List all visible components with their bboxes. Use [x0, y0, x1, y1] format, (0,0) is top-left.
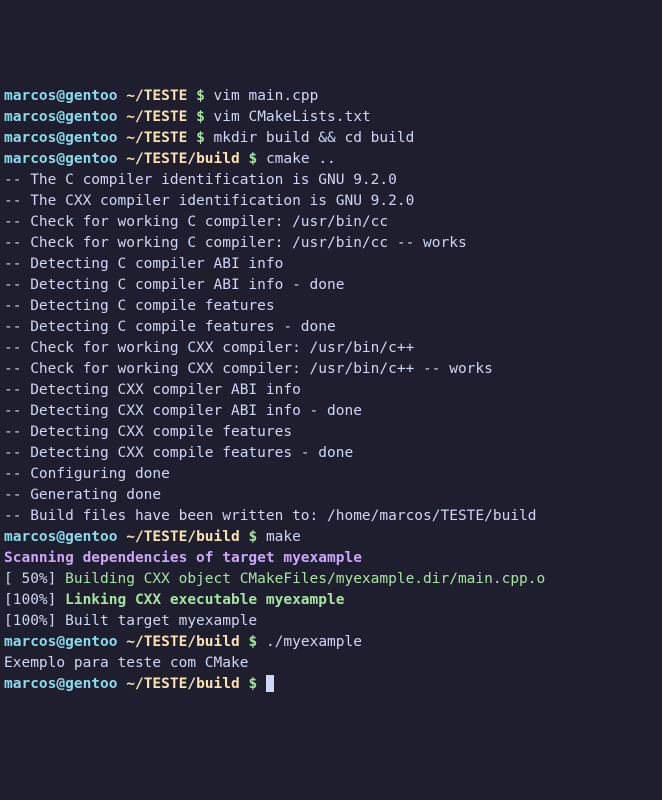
prompt-line: marcos@gentoo ~/TESTE/build $ cmake ..: [4, 149, 658, 170]
prompt-symbol: $: [196, 109, 205, 125]
prompt-symbol: $: [248, 634, 257, 650]
build-text: Building CXX object CMakeFiles/myexample…: [65, 571, 545, 587]
cmake-output-line: -- Detecting C compiler ABI info: [4, 254, 658, 275]
cmake-output-line: -- Configuring done: [4, 464, 658, 485]
terminal[interactable]: marcos@gentoo ~/TESTE $ vim main.cppmarc…: [4, 86, 658, 695]
build-percent: [ 50%]: [4, 571, 65, 587]
cmake-output-line: -- The C compiler identification is GNU …: [4, 170, 658, 191]
path: ~/TESTE/build: [126, 151, 240, 167]
cmake-output-line: -- Detecting CXX compiler ABI info: [4, 380, 658, 401]
prompt-line: marcos@gentoo ~/TESTE $ vim CMakeLists.t…: [4, 107, 658, 128]
cmake-output-line: -- Detecting C compile features - done: [4, 317, 658, 338]
cmake-output-line: -- Check for working CXX compiler: /usr/…: [4, 359, 658, 380]
command: mkdir build && cd build: [214, 130, 415, 146]
prompt-line: marcos@gentoo ~/TESTE/build $: [4, 674, 658, 695]
make-scanning-line: Scanning dependencies of target myexampl…: [4, 548, 658, 569]
cmake-output-line: -- Check for working CXX compiler: /usr/…: [4, 338, 658, 359]
cmake-output-line: -- The CXX compiler identification is GN…: [4, 191, 658, 212]
cmake-output-line: -- Detecting C compile features: [4, 296, 658, 317]
prompt-line: marcos@gentoo ~/TESTE/build $ ./myexampl…: [4, 632, 658, 653]
cmake-output-line: -- Detecting CXX compiler ABI info - don…: [4, 401, 658, 422]
path: ~/TESTE: [126, 130, 187, 146]
user-host: marcos@gentoo: [4, 151, 118, 167]
command: cmake ..: [266, 151, 336, 167]
link-text: Linking CXX executable myexample: [65, 592, 344, 608]
make-build-line: [ 50%] Building CXX object CMakeFiles/my…: [4, 569, 658, 590]
path: ~/TESTE: [126, 109, 187, 125]
cmake-output-line: -- Detecting C compiler ABI info - done: [4, 275, 658, 296]
cmake-output-line: -- Check for working C compiler: /usr/bi…: [4, 212, 658, 233]
link-percent: [100%]: [4, 592, 65, 608]
command: vim CMakeLists.txt: [214, 109, 371, 125]
make-built-line: [100%] Built target myexample: [4, 611, 658, 632]
path: ~/TESTE/build: [126, 676, 240, 692]
path: ~/TESTE/build: [126, 634, 240, 650]
prompt-line: marcos@gentoo ~/TESTE/build $ make: [4, 527, 658, 548]
prompt-symbol: $: [248, 529, 257, 545]
cmake-output-line: -- Build files have been written to: /ho…: [4, 506, 658, 527]
program-output-line: Exemplo para teste com CMake: [4, 653, 658, 674]
prompt-line: marcos@gentoo ~/TESTE $ mkdir build && c…: [4, 128, 658, 149]
prompt-symbol: $: [248, 151, 257, 167]
user-host: marcos@gentoo: [4, 109, 118, 125]
cursor: [266, 675, 274, 692]
user-host: marcos@gentoo: [4, 130, 118, 146]
cmake-output-line: -- Generating done: [4, 485, 658, 506]
prompt-symbol: $: [248, 676, 257, 692]
prompt-symbol: $: [196, 88, 205, 104]
prompt-line: marcos@gentoo ~/TESTE $ vim main.cpp: [4, 86, 658, 107]
user-host: marcos@gentoo: [4, 88, 118, 104]
cmake-output-line: -- Detecting CXX compile features - done: [4, 443, 658, 464]
prompt-symbol: $: [196, 130, 205, 146]
user-host: marcos@gentoo: [4, 529, 118, 545]
make-link-line: [100%] Linking CXX executable myexample: [4, 590, 658, 611]
command: make: [266, 529, 301, 545]
cmake-output-line: -- Detecting CXX compile features: [4, 422, 658, 443]
user-host: marcos@gentoo: [4, 634, 118, 650]
user-host: marcos@gentoo: [4, 676, 118, 692]
command: vim main.cpp: [214, 88, 319, 104]
path: ~/TESTE/build: [126, 529, 240, 545]
path: ~/TESTE: [126, 88, 187, 104]
cmake-output-line: -- Check for working C compiler: /usr/bi…: [4, 233, 658, 254]
command: ./myexample: [266, 634, 362, 650]
